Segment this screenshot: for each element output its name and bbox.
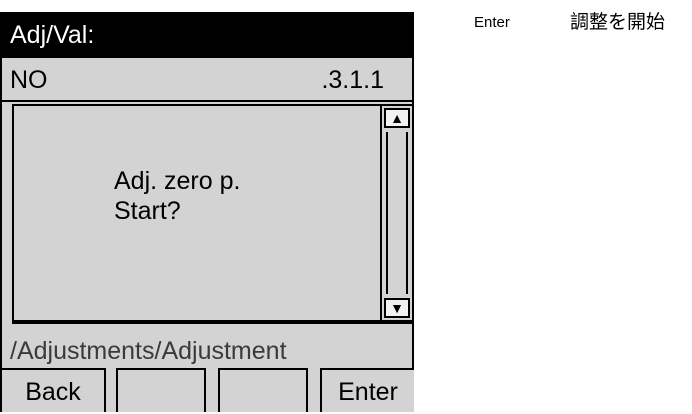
message-line-1: Adj. zero p.: [114, 167, 241, 195]
back-button-label: Back: [25, 378, 81, 406]
title-bar: Adj/Val:: [2, 12, 412, 58]
side-note-description: 調整を開始: [570, 11, 666, 33]
breadcrumb: /Adjustments/Adjustment: [2, 330, 412, 372]
scrollbar[interactable]: ▲ ▼: [380, 104, 414, 322]
scroll-down-glyph: ▼: [390, 300, 404, 316]
info-left: NO: [10, 66, 48, 94]
title-text: Adj/Val:: [10, 21, 95, 49]
panel-divider: [12, 322, 414, 324]
scroll-down-icon[interactable]: ▼: [384, 298, 410, 318]
enter-button[interactable]: Enter: [320, 368, 414, 412]
softkey-3-button[interactable]: [218, 368, 308, 412]
breadcrumb-text: /Adjustments/Adjustment: [10, 337, 287, 365]
scroll-up-icon[interactable]: ▲: [384, 108, 410, 128]
scroll-track[interactable]: [386, 132, 408, 294]
softkey-2-button[interactable]: [116, 368, 206, 412]
info-bar: NO .3.1.1: [2, 58, 412, 102]
message-line-2: Start?: [114, 197, 181, 225]
scroll-up-glyph: ▲: [390, 110, 404, 126]
softkey-row: Back Enter: [2, 368, 414, 412]
enter-button-label: Enter: [338, 378, 398, 406]
back-button[interactable]: Back: [2, 368, 106, 412]
message-panel: Adj. zero p. Start?: [12, 104, 380, 322]
info-right: .3.1.1: [321, 66, 384, 94]
side-note-key: Enter: [474, 14, 510, 31]
device-screen: Adj/Val: NO .3.1.1 Adj. zero p. Start? ▲…: [0, 12, 414, 412]
